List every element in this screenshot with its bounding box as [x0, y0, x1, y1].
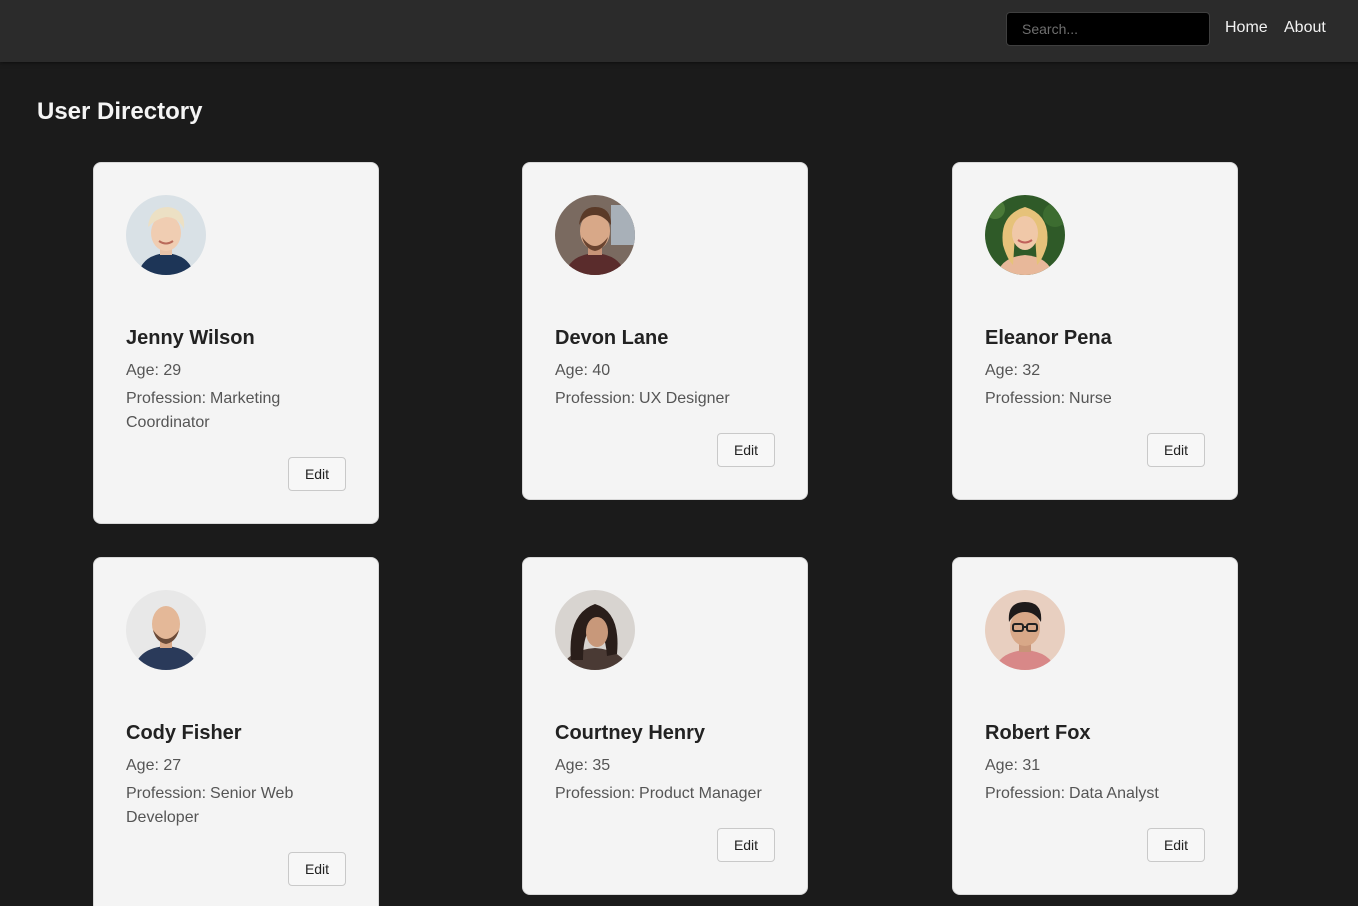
user-name: Eleanor Pena	[985, 327, 1112, 349]
user-name: Jenny Wilson	[126, 327, 255, 349]
profession-label: Profession:	[126, 390, 207, 407]
user-name: Cody Fisher	[126, 722, 242, 744]
user-age: Age: 27	[126, 754, 346, 778]
age-value: 35	[592, 757, 611, 774]
age-value: 32	[1022, 362, 1041, 379]
user-profession: Profession: Marketing Coordinator	[126, 387, 346, 435]
user-profession: Profession: Senior Web Developer	[126, 782, 346, 830]
edit-button[interactable]: Edit	[717, 828, 775, 862]
profession-value: Nurse	[1069, 390, 1112, 407]
nav-link-about[interactable]: About	[1284, 19, 1326, 37]
user-avatar	[126, 195, 206, 275]
user-avatar	[985, 590, 1065, 670]
profession-value: Data Analyst	[1069, 785, 1159, 802]
user-card: Jenny Wilson Age: 29 Profession: Marketin…	[93, 162, 379, 524]
user-card: Courtney Henry Age: 35 Profession: Produc…	[522, 557, 808, 895]
age-label: Age:	[985, 362, 1018, 379]
nav-link-home[interactable]: Home	[1225, 19, 1268, 37]
top-navbar: Home About	[0, 0, 1358, 62]
profession-value: Product Manager	[639, 785, 762, 802]
age-label: Age:	[985, 757, 1018, 774]
user-card: Cody Fisher Age: 27 Profession: Senior We…	[93, 557, 379, 906]
age-label: Age:	[126, 362, 159, 379]
age-value: 27	[163, 757, 182, 774]
user-profession: Profession: Product Manager	[555, 782, 775, 806]
user-name: Robert Fox	[985, 722, 1091, 744]
edit-button[interactable]: Edit	[288, 457, 346, 491]
user-profession: Profession: Data Analyst	[985, 782, 1205, 806]
user-age: Age: 29	[126, 359, 346, 383]
age-label: Age:	[126, 757, 159, 774]
age-value: 40	[592, 362, 611, 379]
user-age: Age: 35	[555, 754, 775, 778]
profession-label: Profession:	[555, 785, 636, 802]
age-label: Age:	[555, 362, 588, 379]
user-profession: Profession: Nurse	[985, 387, 1205, 411]
age-label: Age:	[555, 757, 588, 774]
user-card: Eleanor Pena Age: 32 Profession: Nurse Ed…	[952, 162, 1238, 500]
edit-button[interactable]: Edit	[1147, 828, 1205, 862]
profession-label: Profession:	[985, 785, 1066, 802]
user-avatar	[555, 195, 635, 275]
edit-button[interactable]: Edit	[288, 852, 346, 886]
profession-label: Profession:	[555, 390, 636, 407]
user-avatar	[985, 195, 1065, 275]
edit-button[interactable]: Edit	[717, 433, 775, 467]
user-card: Devon Lane Age: 40 Profession: UX Designe…	[522, 162, 808, 500]
age-value: 31	[1022, 757, 1041, 774]
search-input[interactable]	[1006, 12, 1210, 46]
user-age: Age: 31	[985, 754, 1205, 778]
user-name: Courtney Henry	[555, 722, 706, 744]
edit-button[interactable]: Edit	[1147, 433, 1205, 467]
page-title: User Directory	[37, 98, 203, 125]
profession-label: Profession:	[126, 785, 207, 802]
user-avatar	[126, 590, 206, 670]
user-age: Age: 32	[985, 359, 1205, 383]
user-avatar	[555, 590, 635, 670]
profession-label: Profession:	[985, 390, 1066, 407]
age-value: 29	[163, 362, 182, 379]
user-profession: Profession: UX Designer	[555, 387, 775, 411]
user-age: Age: 40	[555, 359, 775, 383]
profession-value: UX Designer	[639, 390, 730, 407]
user-card: Robert Fox Age: 31 Profession: Data Analy…	[952, 557, 1238, 895]
user-name: Devon Lane	[555, 327, 669, 349]
